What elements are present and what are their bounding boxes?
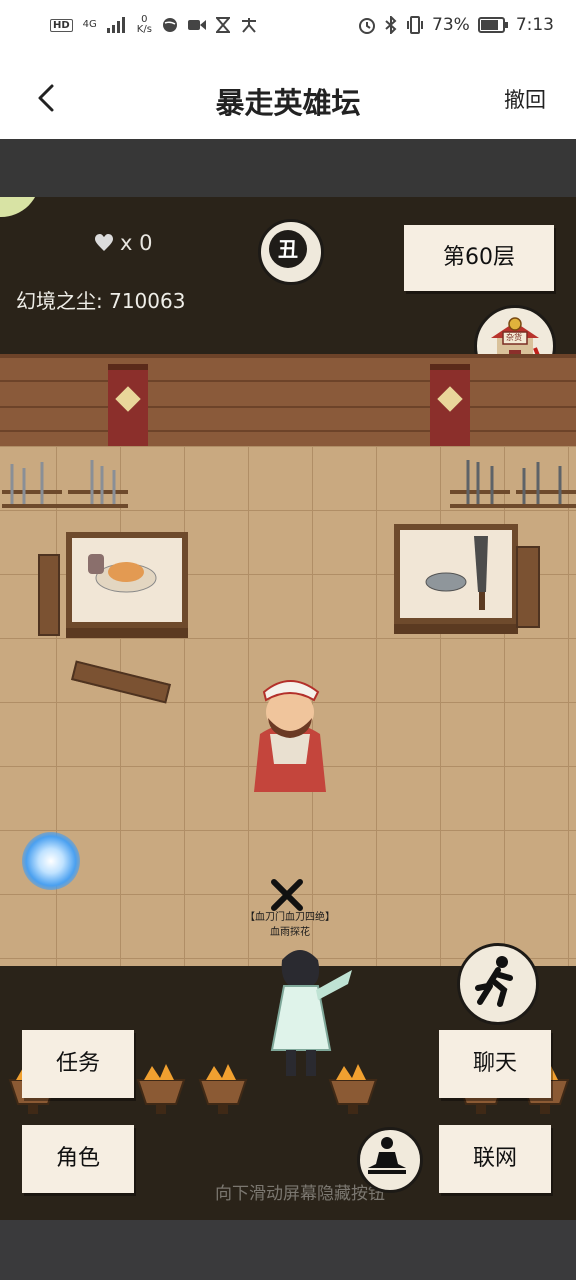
battery-percent: 73% bbox=[432, 15, 470, 35]
clock: 7:13 bbox=[515, 15, 554, 35]
bottom-band bbox=[0, 1220, 576, 1280]
meditation-icon bbox=[368, 1137, 406, 1174]
banner-emblem bbox=[115, 386, 141, 412]
status-bar: HD 4G 0 K/s 73% 7:13 bbox=[0, 0, 576, 56]
page-title: 暴走英雄坛 bbox=[215, 86, 361, 120]
meditate-button[interactable] bbox=[357, 1127, 423, 1193]
running-man-icon bbox=[475, 956, 513, 1007]
hearts-counter: x 0 bbox=[94, 231, 152, 255]
globe-icon bbox=[162, 18, 177, 32]
roast-chicken-dish bbox=[88, 554, 157, 593]
vibrate-icon bbox=[407, 16, 424, 34]
room-wall bbox=[0, 354, 576, 450]
net-speed: 0 K/s bbox=[137, 15, 152, 35]
hero-nameplate: 【血刀门血刀四绝】 血雨探花 bbox=[230, 910, 350, 940]
wall-plank-line bbox=[0, 430, 576, 432]
bench-left bbox=[38, 554, 60, 636]
hearts-count: x 0 bbox=[120, 231, 153, 255]
weapon-rack-right bbox=[450, 460, 576, 508]
spiked-club bbox=[474, 536, 488, 610]
video-icon bbox=[187, 20, 206, 30]
gamepad-icon bbox=[0, 197, 40, 217]
hero-name: 血雨探花 bbox=[270, 927, 310, 938]
battery-icon bbox=[477, 17, 508, 33]
game-top-band bbox=[0, 139, 576, 197]
status-left: HD 4G 0 K/s bbox=[50, 15, 258, 35]
shop-label: 杂货 bbox=[506, 333, 522, 342]
chat-button[interactable]: 聊天 bbox=[439, 1030, 551, 1098]
left-banner bbox=[108, 364, 148, 448]
game-view[interactable]: x 0 幻境之尘: 710063 丑 第60层 杂货 【血刀门血刀四绝】 血雨探… bbox=[0, 197, 576, 1220]
floor-level-button[interactable]: 第60层 bbox=[404, 225, 554, 291]
role-button[interactable]: 角色 bbox=[22, 1125, 134, 1193]
gamepad-button[interactable] bbox=[0, 197, 40, 217]
illusion-dust-counter: 幻境之尘: 710063 bbox=[16, 289, 186, 313]
boss-npc[interactable] bbox=[240, 674, 340, 804]
portal-vortex[interactable] bbox=[22, 832, 80, 890]
weapon-rack-left bbox=[2, 460, 128, 508]
x-marker-icon[interactable] bbox=[270, 878, 304, 912]
right-banner bbox=[430, 364, 470, 448]
zodiac-medal-glyph: 丑 bbox=[269, 230, 307, 268]
wall-plank-line bbox=[0, 380, 576, 382]
heart-icon bbox=[95, 234, 113, 251]
auto-run-button[interactable] bbox=[457, 943, 539, 1025]
network-button[interactable]: 联网 bbox=[439, 1125, 551, 1193]
wall-plank-line bbox=[0, 406, 576, 408]
brazier bbox=[328, 1064, 378, 1114]
brazier bbox=[136, 1064, 186, 1114]
bench-right bbox=[516, 546, 540, 628]
alarm-icon bbox=[359, 18, 376, 34]
title-bar: 暴走英雄坛 撤回 bbox=[0, 56, 576, 139]
hero-title: 【血刀门血刀四绝】 bbox=[245, 912, 335, 923]
bluetooth-icon bbox=[385, 16, 397, 34]
app-notification-icon bbox=[241, 18, 256, 33]
net-speed-unit: K/s bbox=[136, 24, 152, 35]
task-button[interactable]: 任务 bbox=[22, 1030, 134, 1098]
brazier bbox=[198, 1064, 248, 1114]
hd-badge: HD bbox=[50, 18, 73, 32]
zodiac-medal-button[interactable]: 丑 bbox=[258, 219, 324, 285]
signal-icon bbox=[106, 17, 125, 33]
undo-button[interactable]: 撤回 bbox=[504, 84, 546, 114]
pottery-bowl bbox=[425, 572, 467, 592]
banner-emblem bbox=[437, 386, 463, 412]
signal-label: 4G bbox=[82, 19, 97, 30]
status-right: 73% 7:13 bbox=[358, 15, 554, 35]
hourglass-icon bbox=[215, 17, 230, 33]
